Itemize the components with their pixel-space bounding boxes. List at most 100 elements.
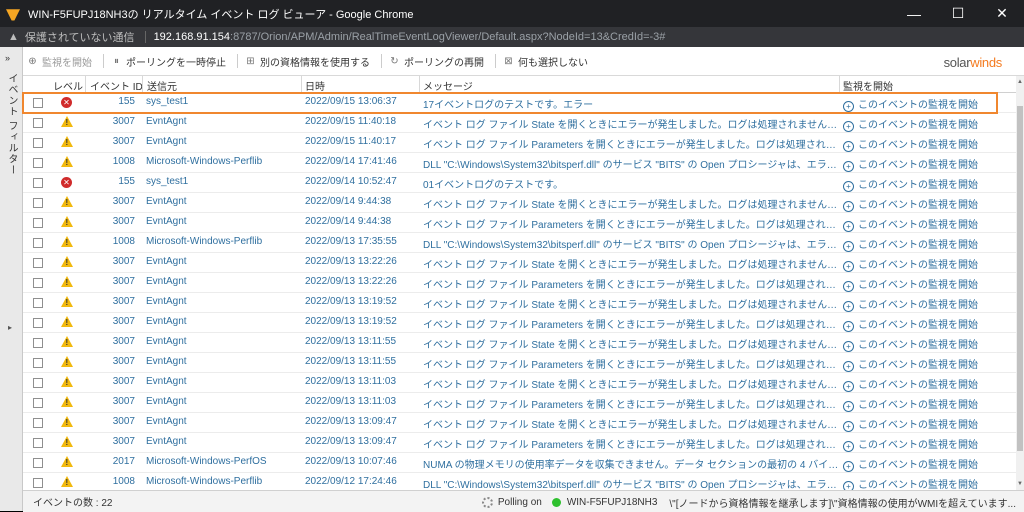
event-id: 3007: [112, 316, 135, 327]
start-monitoring-link[interactable]: + このイベントの監視を開始: [843, 356, 1013, 372]
row-checkbox[interactable]: [33, 358, 43, 368]
start-monitoring-link[interactable]: + このイベントの監視を開始: [843, 296, 1013, 312]
scrollbar-thumb[interactable]: [1017, 106, 1023, 451]
row-checkbox[interactable]: [33, 378, 43, 388]
use-other-credentials-button[interactable]: ⊞ 別の資格情報を使用する: [241, 54, 374, 69]
event-source: EvntAgnt: [146, 356, 187, 367]
table-row[interactable]: 3007 EvntAgnt 2022/09/15 11:40:17 イベント ログ フ…: [23, 133, 1016, 153]
start-monitoring-link[interactable]: + このイベントの監視を開始: [843, 416, 1013, 432]
minimize-button[interactable]: —: [892, 0, 936, 27]
row-checkbox[interactable]: [33, 258, 43, 268]
start-monitoring-link[interactable]: + このイベントの監視を開始: [843, 436, 1013, 452]
column-message[interactable]: メッセージ: [423, 78, 473, 93]
row-checkbox[interactable]: [33, 238, 43, 248]
event-id: 3007: [112, 376, 135, 387]
table-row[interactable]: 1008 Microsoft-Windows-Perflib 2022/09/13 …: [23, 233, 1016, 253]
pause-polling-button[interactable]: ⏸ ポーリングを一時停止: [107, 54, 230, 69]
table-row[interactable]: ✕ 155 sys_test1 2022/09/15 13:06:37 17イベントログ…: [23, 93, 1016, 113]
start-monitoring-link[interactable]: + このイベントの監視を開始: [843, 196, 1013, 212]
column-event-id[interactable]: イベント ID: [90, 78, 143, 93]
start-monitoring-link[interactable]: + このイベントの監視を開始: [843, 256, 1013, 272]
scroll-up-icon[interactable]: ▲: [1017, 79, 1023, 85]
table-row[interactable]: 3007 EvntAgnt 2022/09/13 13:11:55 イベント ログ フ…: [23, 333, 1016, 353]
panel-arrow-icon[interactable]: ▸: [8, 323, 12, 332]
start-monitoring-link[interactable]: + このイベントの監視を開始: [843, 456, 1013, 472]
start-monitoring-link[interactable]: + このイベントの監視を開始: [843, 216, 1013, 232]
expand-panel-icon[interactable]: »: [5, 53, 10, 63]
event-source: sys_test1: [146, 96, 189, 107]
start-monitoring-link[interactable]: + このイベントの監視を開始: [843, 396, 1013, 412]
start-monitoring-link[interactable]: + このイベントの監視を開始: [843, 156, 1013, 172]
vertical-scrollbar[interactable]: ▲ ▼: [1016, 76, 1024, 490]
start-monitoring-link[interactable]: + このイベントの監視を開始: [843, 236, 1013, 252]
column-level[interactable]: レベル: [53, 78, 83, 93]
row-checkbox[interactable]: [33, 338, 43, 348]
event-message: イベント ログ ファイル Parameters を開くときにエラーが発生しました…: [423, 140, 841, 151]
table-row[interactable]: 3007 EvntAgnt 2022/09/13 13:22:26 イベント ログ フ…: [23, 253, 1016, 273]
table-row[interactable]: 1008 Microsoft-Windows-Perflib 2022/09/14 …: [23, 153, 1016, 173]
deselect-all-button[interactable]: ⊠ 何も選択しない: [499, 54, 592, 69]
start-monitoring-link[interactable]: + このイベントの監視を開始: [843, 476, 1013, 490]
event-filter-panel[interactable]: » イベント フィルター ▸: [0, 47, 23, 511]
table-row[interactable]: 2017 Microsoft-Windows-PerfOS 2022/09/13 1…: [23, 453, 1016, 473]
address-bar[interactable]: ▲ 保護されていない通信 192.168.91.154 :8787/Orion/…: [0, 27, 1024, 47]
table-row[interactable]: 3007 EvntAgnt 2022/09/13 13:09:47 イベント ログ フ…: [23, 413, 1016, 433]
window-title: WIN-F5FUPJ18NH3の リアルタイム イベント ログ ビューア - G…: [28, 8, 414, 21]
column-monitor[interactable]: 監視を開始: [843, 78, 893, 93]
row-checkbox[interactable]: [33, 198, 43, 208]
table-row[interactable]: 3007 EvntAgnt 2022/09/13 13:11:55 イベント ログ フ…: [23, 353, 1016, 373]
table-row[interactable]: 3007 EvntAgnt 2022/09/14 9:44:38 イベント ログ ファ…: [23, 213, 1016, 233]
row-checkbox[interactable]: [33, 418, 43, 428]
plus-circle-icon: +: [843, 241, 854, 252]
event-message: DLL "C:\Windows\System32\bitsperf.dll" の…: [423, 160, 841, 171]
row-checkbox[interactable]: [33, 118, 43, 128]
row-checkbox[interactable]: [33, 398, 43, 408]
table-row[interactable]: 3007 EvntAgnt 2022/09/13 13:11:03 イベント ログ フ…: [23, 393, 1016, 413]
table-row[interactable]: 3007 EvntAgnt 2022/09/13 13:11:03 イベント ログ フ…: [23, 373, 1016, 393]
table-row[interactable]: 3007 EvntAgnt 2022/09/13 13:19:52 イベント ログ フ…: [23, 313, 1016, 333]
close-button[interactable]: ✕: [980, 0, 1024, 27]
row-checkbox[interactable]: [33, 218, 43, 228]
start-monitoring-link[interactable]: + このイベントの監視を開始: [843, 376, 1013, 392]
resume-polling-button[interactable]: ↻ ポーリングの再開: [385, 54, 488, 69]
column-divider: [419, 76, 420, 92]
start-monitoring-link[interactable]: + このイベントの監視を開始: [843, 176, 1013, 192]
maximize-button[interactable]: ☐: [936, 0, 980, 27]
scroll-down-icon[interactable]: ▼: [1017, 481, 1023, 487]
row-checkbox[interactable]: [33, 298, 43, 308]
column-datetime[interactable]: 日時: [305, 78, 325, 93]
row-checkbox[interactable]: [33, 318, 43, 328]
start-monitoring-link[interactable]: + このイベントの監視を開始: [843, 276, 1013, 292]
table-row[interactable]: 3007 EvntAgnt 2022/09/15 11:40:18 イベント ログ フ…: [23, 113, 1016, 133]
start-monitoring-button[interactable]: ⊕ 監視を開始: [23, 54, 96, 69]
start-monitoring-link[interactable]: + このイベントの監視を開始: [843, 136, 1013, 152]
row-checkbox[interactable]: [33, 98, 43, 108]
row-checkbox[interactable]: [33, 458, 43, 468]
table-row[interactable]: 3007 EvntAgnt 2022/09/13 13:22:26 イベント ログ フ…: [23, 273, 1016, 293]
security-label[interactable]: 保護されていない通信: [25, 29, 135, 45]
url-path[interactable]: :8787/Orion/APM/Admin/RealTimeEventLogVi…: [230, 31, 665, 43]
event-datetime: 2022/09/14 9:44:38: [305, 216, 392, 227]
start-monitoring-link[interactable]: + このイベントの監視を開始: [843, 96, 1013, 112]
table-row[interactable]: ✕ 155 sys_test1 2022/09/14 10:52:47 01イベントログ…: [23, 173, 1016, 193]
event-grid: レベル イベント ID 送信元 日時 メッセージ 監視を開始 ✕ 155 sys_t…: [23, 76, 1016, 490]
start-monitoring-link[interactable]: + このイベントの監視を開始: [843, 336, 1013, 352]
row-checkbox[interactable]: [33, 178, 43, 188]
row-checkbox[interactable]: [33, 278, 43, 288]
warning-icon[interactable]: ▲: [8, 31, 19, 43]
url-host[interactable]: 192.168.91.154: [154, 31, 230, 43]
table-row[interactable]: 1008 Microsoft-Windows-Perflib 2022/09/12 …: [23, 473, 1016, 490]
table-row[interactable]: 3007 EvntAgnt 2022/09/13 13:19:52 イベント ログ フ…: [23, 293, 1016, 313]
row-checkbox[interactable]: [33, 438, 43, 448]
row-checkbox[interactable]: [33, 158, 43, 168]
row-checkbox[interactable]: [33, 138, 43, 148]
column-divider: [839, 76, 840, 92]
start-monitoring-link[interactable]: + このイベントの監視を開始: [843, 316, 1013, 332]
column-source[interactable]: 送信元: [147, 78, 177, 93]
table-row[interactable]: 3007 EvntAgnt 2022/09/14 9:44:38 イベント ログ ファ…: [23, 193, 1016, 213]
row-checkbox[interactable]: [33, 478, 43, 488]
start-monitoring-link-label: このイベントの監視を開始: [858, 240, 978, 251]
start-monitoring-link[interactable]: + このイベントの監視を開始: [843, 116, 1013, 132]
table-row[interactable]: 3007 EvntAgnt 2022/09/13 13:09:47 イベント ログ フ…: [23, 433, 1016, 453]
event-source: Microsoft-Windows-Perflib: [146, 476, 263, 487]
